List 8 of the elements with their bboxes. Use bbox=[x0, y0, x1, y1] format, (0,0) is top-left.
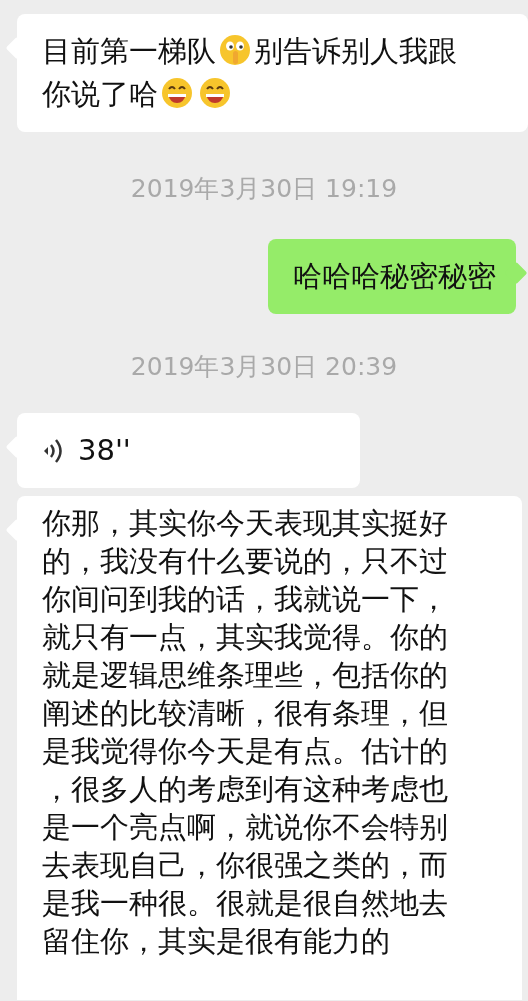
timestamp: 2019年3月30日 19:19 bbox=[130, 173, 398, 205]
timestamp: 2019年3月30日 20:39 bbox=[130, 351, 398, 383]
message-text: 别告诉别人我跟 bbox=[254, 34, 457, 68]
message-text: 你说了哈 bbox=[42, 77, 158, 111]
message-text: 目前第一梯队 bbox=[42, 34, 216, 68]
message-text: 你那，其实你今天表现其实挺好 的，我没有什么要说的，只不过 你间问到我的话，我就说一下， 就只有一点，其实我觉得。你的 就是逻辑思维条理些，包括你的 阐述的比较清晰，很有条理，但 是我觉得你今天是有点。估计的 ，很多人的考虑到有这种考虑也 是一个亮点啊，就说你不会特别 去表现自己，你很强之类的，而 是我一种很。很就是很自然地去 留住你，其实是很有能力的 bbox=[42, 505, 449, 960]
message-text: 哈哈哈秘密秘密 bbox=[293, 259, 496, 293]
voice-duration: 38'' bbox=[78, 432, 131, 469]
